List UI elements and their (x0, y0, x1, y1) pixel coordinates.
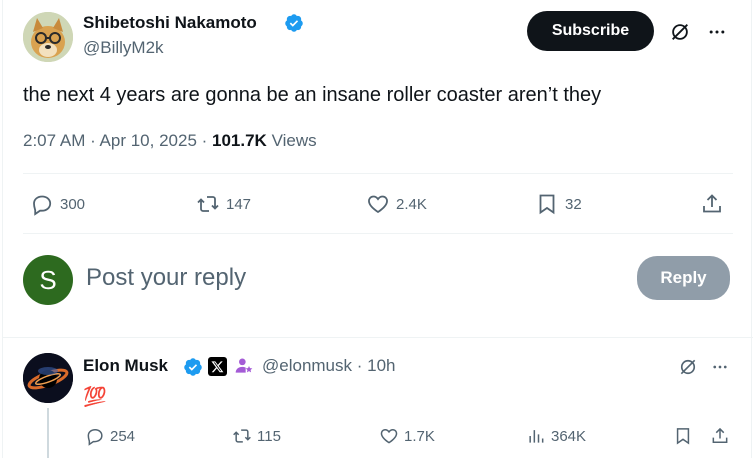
reply-reply-action[interactable]: 254 (85, 426, 135, 446)
repost-action[interactable]: 147 (196, 192, 251, 216)
tweet-text: the next 4 years are gonna be an insane … (23, 84, 602, 106)
divider (23, 173, 733, 174)
divider (3, 337, 753, 338)
like-action[interactable]: 2.4K (366, 192, 427, 216)
reply-input[interactable]: Post your reply (86, 264, 606, 296)
reply-author-name[interactable]: Elon Musk (83, 356, 168, 376)
bookmark-icon (676, 428, 690, 445)
repost-icon (197, 196, 219, 212)
share-icon (703, 194, 721, 213)
more-options-icon[interactable] (704, 19, 730, 45)
views-label: Views (271, 131, 317, 150)
composer-avatar[interactable]: S (23, 255, 73, 305)
author-avatar[interactable] (23, 12, 73, 62)
reply-action[interactable]: 300 (30, 192, 85, 216)
tweet-time[interactable]: 2:07 AM (23, 131, 85, 150)
reply-like-action[interactable]: 1.7K (379, 426, 435, 446)
reply-icon (33, 195, 52, 216)
meta-separator: · (196, 131, 213, 150)
subscribe-button[interactable]: Subscribe (527, 11, 654, 51)
thread-line (47, 408, 49, 458)
role-badge-icon (234, 356, 254, 381)
repost-count: 147 (226, 195, 252, 213)
reply-button[interactable]: Reply (637, 256, 730, 300)
divider (23, 233, 733, 234)
reply-time[interactable]: 10h (367, 356, 395, 375)
like-count: 2.4K (396, 195, 427, 213)
verified-badge-icon (284, 13, 304, 33)
reply-views-count: 364K (551, 427, 587, 445)
share-action[interactable] (700, 192, 724, 216)
tweet-date[interactable]: Apr 10, 2025 (100, 131, 197, 150)
meta-separator: · (352, 356, 368, 375)
reply-count: 300 (60, 195, 86, 213)
reply-repost-action[interactable]: 115 (232, 426, 281, 446)
bookmark-action[interactable]: 32 (535, 192, 582, 216)
tweet-meta: 2:07 AM · Apr 10, 2025 · 101.7K Views (23, 131, 317, 151)
author-handle[interactable]: @BillyM2k (83, 38, 164, 58)
grok-icon[interactable] (676, 355, 700, 379)
bookmark-icon (539, 194, 555, 215)
heart-icon (368, 195, 388, 214)
grok-icon[interactable] (667, 19, 693, 45)
reply-icon (87, 428, 103, 446)
meta-separator: · (85, 131, 100, 150)
more-options-icon[interactable] (708, 355, 732, 379)
views-count: 101.7K (212, 131, 267, 150)
composer-avatar-letter: S (39, 264, 57, 295)
repost-icon (233, 429, 251, 443)
x-affiliate-badge-icon[interactable] (208, 357, 227, 376)
bookmark-count: 32 (565, 195, 582, 213)
reply-views-action[interactable]: 364K (526, 426, 586, 446)
reply-like-count: 1.7K (404, 427, 435, 445)
reply-author-avatar[interactable] (23, 353, 73, 403)
reply-text: 💯 (83, 387, 107, 408)
reply-share-action[interactable] (710, 426, 730, 446)
reply-bookmark-action[interactable] (673, 426, 693, 446)
reply-meta: @elonmusk · 10h (262, 356, 396, 376)
verified-badge-icon (183, 357, 203, 377)
share-icon (712, 427, 728, 443)
author-name[interactable]: Shibetoshi Nakamoto (83, 13, 257, 33)
reply-repost-count: 115 (257, 427, 281, 445)
analytics-icon (529, 430, 544, 443)
reply-reply-count: 254 (110, 427, 136, 445)
post-detail-panel: Shibetoshi Nakamoto @BillyM2k Subscribe … (2, 0, 753, 458)
heart-icon (380, 428, 398, 444)
reply-author-handle[interactable]: @elonmusk (262, 356, 352, 375)
